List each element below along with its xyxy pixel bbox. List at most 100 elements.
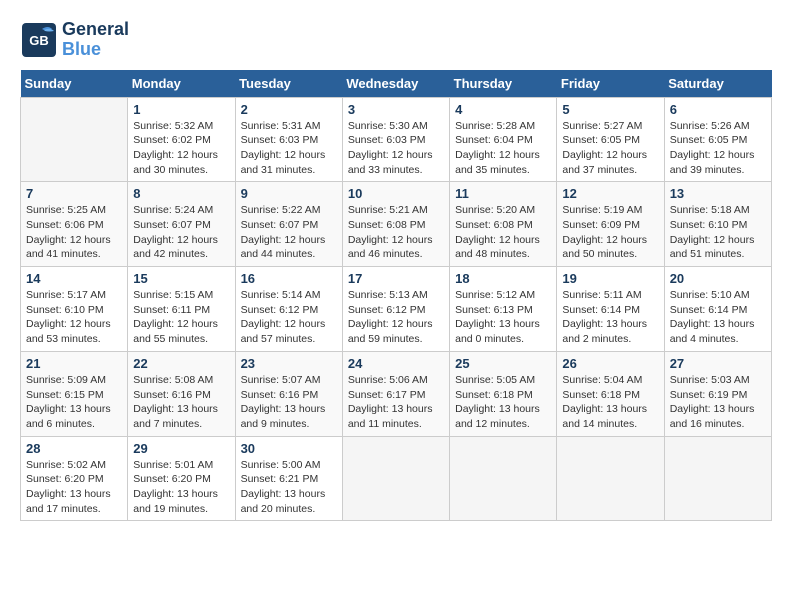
day-number: 15 xyxy=(133,271,229,286)
calendar-cell: 21 Sunrise: 5:09 AM Sunset: 6:15 PM Dayli… xyxy=(21,351,128,436)
day-number: 11 xyxy=(455,186,551,201)
calendar-cell: 3 Sunrise: 5:30 AM Sunset: 6:03 PM Daylig… xyxy=(342,97,449,182)
day-detail: Sunrise: 5:20 AM Sunset: 6:08 PM Dayligh… xyxy=(455,203,551,262)
day-detail: Sunrise: 5:10 AM Sunset: 6:14 PM Dayligh… xyxy=(670,288,766,347)
day-number: 3 xyxy=(348,102,444,117)
calendar-cell xyxy=(557,436,664,521)
day-detail: Sunrise: 5:12 AM Sunset: 6:13 PM Dayligh… xyxy=(455,288,551,347)
calendar-cell: 18 Sunrise: 5:12 AM Sunset: 6:13 PM Dayli… xyxy=(450,267,557,352)
day-detail: Sunrise: 5:28 AM Sunset: 6:04 PM Dayligh… xyxy=(455,119,551,178)
day-number: 21 xyxy=(26,356,122,371)
calendar-week-5: 28 Sunrise: 5:02 AM Sunset: 6:20 PM Dayli… xyxy=(21,436,772,521)
calendar-cell: 19 Sunrise: 5:11 AM Sunset: 6:14 PM Dayli… xyxy=(557,267,664,352)
day-number: 26 xyxy=(562,356,658,371)
day-detail: Sunrise: 5:03 AM Sunset: 6:19 PM Dayligh… xyxy=(670,373,766,432)
calendar-cell: 26 Sunrise: 5:04 AM Sunset: 6:18 PM Dayli… xyxy=(557,351,664,436)
day-detail: Sunrise: 5:18 AM Sunset: 6:10 PM Dayligh… xyxy=(670,203,766,262)
logo-name-line2: Blue xyxy=(62,40,129,60)
calendar-cell: 29 Sunrise: 5:01 AM Sunset: 6:20 PM Dayli… xyxy=(128,436,235,521)
day-of-week-sunday: Sunday xyxy=(21,70,128,98)
calendar-cell: 14 Sunrise: 5:17 AM Sunset: 6:10 PM Dayli… xyxy=(21,267,128,352)
calendar-cell xyxy=(664,436,771,521)
day-number: 22 xyxy=(133,356,229,371)
calendar-cell xyxy=(450,436,557,521)
day-number: 4 xyxy=(455,102,551,117)
day-detail: Sunrise: 5:27 AM Sunset: 6:05 PM Dayligh… xyxy=(562,119,658,178)
calendar-cell: 25Sunrise: 5:05 AM Sunset: 6:18 PM Dayli… xyxy=(450,351,557,436)
day-detail: Sunrise: 5:05 AM Sunset: 6:18 PM Dayligh… xyxy=(455,373,551,432)
day-number: 18 xyxy=(455,271,551,286)
calendar-week-4: 21 Sunrise: 5:09 AM Sunset: 6:15 PM Dayli… xyxy=(21,351,772,436)
calendar-cell: 10 Sunrise: 5:21 AM Sunset: 6:08 PM Dayli… xyxy=(342,182,449,267)
calendar-week-3: 14 Sunrise: 5:17 AM Sunset: 6:10 PM Dayli… xyxy=(21,267,772,352)
calendar-cell: 17Sunrise: 5:13 AM Sunset: 6:12 PM Dayli… xyxy=(342,267,449,352)
day-number: 30 xyxy=(241,441,337,456)
day-number: 23 xyxy=(241,356,337,371)
day-of-week-tuesday: Tuesday xyxy=(235,70,342,98)
day-detail: Sunrise: 5:22 AM Sunset: 6:07 PM Dayligh… xyxy=(241,203,337,262)
calendar-cell: 8 Sunrise: 5:24 AM Sunset: 6:07 PM Daylig… xyxy=(128,182,235,267)
page-header: GB General Blue xyxy=(20,20,772,60)
calendar-cell: 22 Sunrise: 5:08 AM Sunset: 6:16 PM Dayli… xyxy=(128,351,235,436)
day-detail: Sunrise: 5:06 AM Sunset: 6:17 PM Dayligh… xyxy=(348,373,444,432)
calendar-cell: 5 Sunrise: 5:27 AM Sunset: 6:05 PM Daylig… xyxy=(557,97,664,182)
day-number: 27 xyxy=(670,356,766,371)
calendar-cell: 27 Sunrise: 5:03 AM Sunset: 6:19 PM Dayli… xyxy=(664,351,771,436)
day-of-week-saturday: Saturday xyxy=(664,70,771,98)
day-detail: Sunrise: 5:24 AM Sunset: 6:07 PM Dayligh… xyxy=(133,203,229,262)
day-number: 13 xyxy=(670,186,766,201)
logo-name-line1: General xyxy=(62,20,129,40)
day-detail: Sunrise: 5:26 AM Sunset: 6:05 PM Dayligh… xyxy=(670,119,766,178)
day-detail: Sunrise: 5:30 AM Sunset: 6:03 PM Dayligh… xyxy=(348,119,444,178)
day-detail: Sunrise: 5:13 AM Sunset: 6:12 PM Dayligh… xyxy=(348,288,444,347)
day-detail: Sunrise: 5:17 AM Sunset: 6:10 PM Dayligh… xyxy=(26,288,122,347)
svg-text:GB: GB xyxy=(29,33,49,48)
calendar-table: SundayMondayTuesdayWednesdayThursdayFrid… xyxy=(20,70,772,522)
day-number: 14 xyxy=(26,271,122,286)
day-detail: Sunrise: 5:31 AM Sunset: 6:03 PM Dayligh… xyxy=(241,119,337,178)
day-of-week-monday: Monday xyxy=(128,70,235,98)
day-detail: Sunrise: 5:32 AM Sunset: 6:02 PM Dayligh… xyxy=(133,119,229,178)
calendar-cell: 24 Sunrise: 5:06 AM Sunset: 6:17 PM Dayli… xyxy=(342,351,449,436)
day-number: 29 xyxy=(133,441,229,456)
calendar-cell: 6Sunrise: 5:26 AM Sunset: 6:05 PM Daylig… xyxy=(664,97,771,182)
calendar-header-row: SundayMondayTuesdayWednesdayThursdayFrid… xyxy=(21,70,772,98)
calendar-cell: 4 Sunrise: 5:28 AM Sunset: 6:04 PM Daylig… xyxy=(450,97,557,182)
calendar-cell: 1 Sunrise: 5:32 AM Sunset: 6:02 PM Daylig… xyxy=(128,97,235,182)
logo: GB General Blue xyxy=(20,20,129,60)
day-detail: Sunrise: 5:11 AM Sunset: 6:14 PM Dayligh… xyxy=(562,288,658,347)
day-number: 19 xyxy=(562,271,658,286)
calendar-cell: 30 Sunrise: 5:00 AM Sunset: 6:21 PM Dayli… xyxy=(235,436,342,521)
calendar-cell xyxy=(342,436,449,521)
day-number: 20 xyxy=(670,271,766,286)
calendar-cell xyxy=(21,97,128,182)
day-detail: Sunrise: 5:21 AM Sunset: 6:08 PM Dayligh… xyxy=(348,203,444,262)
day-of-week-wednesday: Wednesday xyxy=(342,70,449,98)
calendar-cell: 20 Sunrise: 5:10 AM Sunset: 6:14 PM Dayli… xyxy=(664,267,771,352)
day-number: 5 xyxy=(562,102,658,117)
day-number: 28 xyxy=(26,441,122,456)
day-detail: Sunrise: 5:09 AM Sunset: 6:15 PM Dayligh… xyxy=(26,373,122,432)
day-of-week-friday: Friday xyxy=(557,70,664,98)
day-detail: Sunrise: 5:19 AM Sunset: 6:09 PM Dayligh… xyxy=(562,203,658,262)
calendar-cell: 2 Sunrise: 5:31 AM Sunset: 6:03 PM Daylig… xyxy=(235,97,342,182)
day-detail: Sunrise: 5:02 AM Sunset: 6:20 PM Dayligh… xyxy=(26,458,122,517)
day-number: 8 xyxy=(133,186,229,201)
day-of-week-thursday: Thursday xyxy=(450,70,557,98)
day-detail: Sunrise: 5:04 AM Sunset: 6:18 PM Dayligh… xyxy=(562,373,658,432)
day-number: 16 xyxy=(241,271,337,286)
day-number: 7 xyxy=(26,186,122,201)
day-number: 2 xyxy=(241,102,337,117)
day-detail: Sunrise: 5:00 AM Sunset: 6:21 PM Dayligh… xyxy=(241,458,337,517)
day-number: 24 xyxy=(348,356,444,371)
day-detail: Sunrise: 5:25 AM Sunset: 6:06 PM Dayligh… xyxy=(26,203,122,262)
calendar-cell: 9Sunrise: 5:22 AM Sunset: 6:07 PM Daylig… xyxy=(235,182,342,267)
calendar-cell: 12Sunrise: 5:19 AM Sunset: 6:09 PM Dayli… xyxy=(557,182,664,267)
day-number: 10 xyxy=(348,186,444,201)
logo-icon: GB xyxy=(20,21,58,59)
day-number: 1 xyxy=(133,102,229,117)
day-detail: Sunrise: 5:01 AM Sunset: 6:20 PM Dayligh… xyxy=(133,458,229,517)
calendar-cell: 16Sunrise: 5:14 AM Sunset: 6:12 PM Dayli… xyxy=(235,267,342,352)
day-detail: Sunrise: 5:08 AM Sunset: 6:16 PM Dayligh… xyxy=(133,373,229,432)
day-detail: Sunrise: 5:15 AM Sunset: 6:11 PM Dayligh… xyxy=(133,288,229,347)
